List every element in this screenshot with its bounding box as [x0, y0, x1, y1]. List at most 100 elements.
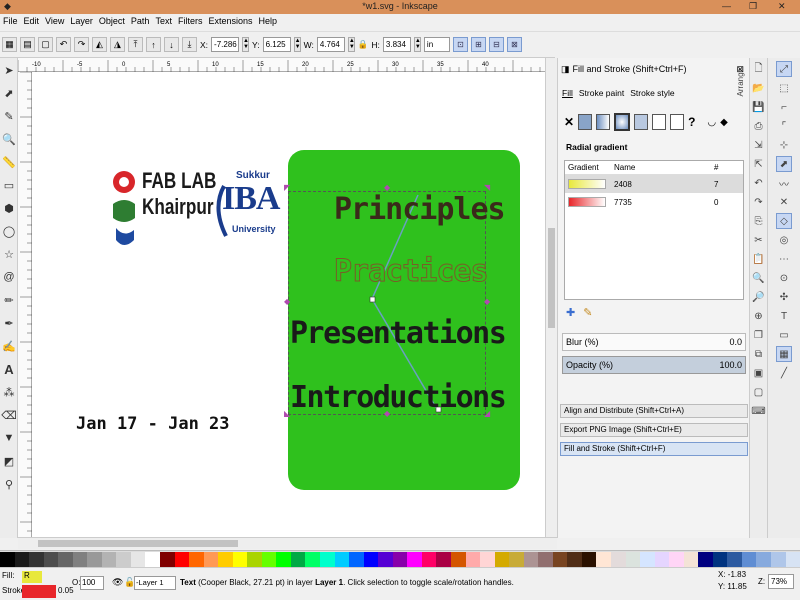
palette-swatch[interactable]	[509, 552, 524, 567]
snap-centers-icon[interactable]: ⊙	[776, 270, 792, 286]
snap-bbox-icon[interactable]: ⬚	[776, 80, 792, 96]
xml-editor-icon[interactable]: ⌨	[751, 403, 767, 419]
cut-icon[interactable]: ✂	[751, 232, 767, 248]
lower-to-bottom-icon[interactable]: ⤓	[182, 37, 197, 52]
snap-bbox-edge-icon[interactable]: ⌐	[776, 99, 792, 115]
eraser-tool-icon[interactable]: ⌫	[1, 404, 17, 426]
stroke-width-value[interactable]: 0.05	[58, 586, 74, 595]
print-icon[interactable]: ⎙	[751, 118, 767, 134]
layer-visibility-icon[interactable]: 👁	[112, 577, 123, 588]
open-icon[interactable]: 📂	[751, 80, 767, 96]
stroke-indicator[interactable]	[22, 585, 56, 598]
menu-extensions[interactable]: Extensions	[205, 14, 255, 26]
arrange-tab[interactable]: Arrange	[736, 68, 745, 96]
flat-color-icon[interactable]	[578, 114, 593, 130]
no-paint-icon[interactable]: ✕	[564, 115, 574, 129]
opacity-value[interactable]: 100.0	[719, 360, 742, 370]
pattern-icon[interactable]	[652, 114, 667, 130]
snap-text-baseline-icon[interactable]: T	[776, 308, 792, 324]
redo-icon[interactable]: ↷	[751, 194, 767, 210]
unit-select[interactable]: in	[423, 37, 450, 52]
menu-edit[interactable]: Edit	[21, 14, 43, 26]
col-count-header[interactable]: #	[714, 163, 718, 172]
rotate-handle-tr[interactable]: ◥	[484, 184, 491, 192]
palette-swatch[interactable]	[552, 552, 568, 567]
maximize-button[interactable]: ❐	[749, 1, 757, 12]
palette-swatch[interactable]	[494, 552, 510, 567]
palette-swatch[interactable]	[756, 552, 771, 567]
skew-handle-bottom[interactable]: ◆	[384, 410, 391, 418]
text-tool-icon[interactable]: A	[1, 358, 17, 380]
palette-swatch[interactable]	[770, 552, 786, 567]
palette-swatch[interactable]	[567, 552, 582, 567]
snap-cusp-icon[interactable]: ◇	[776, 213, 792, 229]
gradient-list[interactable]: Gradient Name # 2408 7 7735 0	[564, 160, 744, 300]
palette-swatch[interactable]	[218, 552, 233, 567]
palette-swatch[interactable]	[450, 552, 466, 567]
menu-help[interactable]: Help	[255, 14, 280, 26]
move-gradients-icon[interactable]: ⊟	[488, 37, 504, 52]
select-all-icon[interactable]: ▦	[2, 37, 17, 52]
palette-swatch[interactable]	[421, 552, 437, 567]
gradient-row[interactable]: 2408 7	[565, 175, 743, 193]
clone-icon[interactable]: ⧉	[751, 346, 767, 362]
palette-swatch[interactable]	[14, 552, 30, 567]
export-icon[interactable]: ⇱	[751, 156, 767, 172]
text-introductions[interactable]: Introductions	[290, 380, 507, 415]
menu-file[interactable]: File	[0, 14, 21, 26]
scale-corners-icon[interactable]: ⊞	[470, 37, 486, 52]
snap-intersections-icon[interactable]: ✕	[776, 194, 792, 210]
blur-slider[interactable]: Blur (%) 0.0	[562, 333, 746, 351]
add-gradient-icon[interactable]: ✚	[566, 306, 575, 319]
panel-fill-stroke[interactable]: Fill and Stroke (Shift+Ctrl+F)	[560, 442, 748, 456]
lower-icon[interactable]: ↓	[164, 37, 179, 52]
palette-swatch[interactable]	[130, 552, 146, 567]
panel-align-distribute[interactable]: Align and Distribute (Shift+Ctrl+A)	[560, 404, 748, 418]
text-practices[interactable]: Practices	[334, 254, 490, 290]
snap-midpoints-icon[interactable]: ⋯	[776, 251, 792, 267]
palette-swatch[interactable]	[116, 552, 131, 567]
gradient-row[interactable]: 7735 0	[565, 193, 743, 211]
select-all-layers-icon[interactable]: ▤	[20, 37, 35, 52]
color-palette[interactable]	[0, 550, 800, 567]
palette-swatch[interactable]	[378, 552, 393, 567]
blur-value[interactable]: 0.0	[729, 337, 742, 347]
star-tool-icon[interactable]: ☆	[1, 243, 17, 265]
w-field[interactable]: 4.764	[316, 37, 345, 52]
lock-icon[interactable]: 🔒	[358, 39, 369, 50]
palette-swatch[interactable]	[232, 552, 248, 567]
snap-grid-icon[interactable]: ▦	[776, 346, 792, 362]
deselect-icon[interactable]: ▢	[38, 37, 53, 52]
zoom-field[interactable]: 73%	[768, 574, 794, 589]
text-principles[interactable]: Principles	[334, 192, 506, 227]
palette-swatch[interactable]	[523, 552, 539, 567]
palette-swatch[interactable]	[29, 552, 44, 567]
snap-bbox-midpoint-icon[interactable]: ⊹	[776, 137, 792, 153]
snap-nodes-icon[interactable]: ⬈	[776, 156, 792, 172]
spray-tool-icon[interactable]: ⁂	[1, 381, 17, 403]
snap-toggle-icon[interactable]: ⤢	[776, 61, 792, 77]
tab-stroke-style[interactable]: Stroke style	[630, 88, 674, 98]
palette-swatch[interactable]	[480, 552, 495, 567]
palette-swatch[interactable]	[436, 552, 451, 567]
horizontal-scroll-thumb[interactable]	[38, 540, 238, 547]
flip-horizontal-icon[interactable]: ◭	[92, 37, 107, 52]
spiral-tool-icon[interactable]: @	[1, 266, 17, 288]
rectangle-tool-icon[interactable]: ▭	[1, 174, 17, 196]
fill-rule-nonzero-icon[interactable]: ◆	[720, 117, 728, 128]
pen-tool-icon[interactable]: ✒	[1, 312, 17, 334]
palette-swatch[interactable]	[58, 552, 73, 567]
palette-swatch[interactable]	[741, 552, 757, 567]
swatch-icon[interactable]	[670, 114, 685, 130]
col-gradient-header[interactable]: Gradient	[568, 163, 614, 172]
palette-swatch[interactable]	[683, 552, 699, 567]
zoom-drawing-icon[interactable]: 🔎	[751, 289, 767, 305]
mesh-gradient-icon[interactable]	[634, 114, 649, 130]
palette-swatch[interactable]	[247, 552, 262, 567]
text-presentations[interactable]: Presentations	[290, 316, 507, 351]
palette-swatch[interactable]	[87, 552, 102, 567]
h-field[interactable]: 3.834	[382, 37, 411, 52]
unset-paint-icon[interactable]: ?	[688, 115, 695, 129]
duplicate-icon[interactable]: ❐	[751, 327, 767, 343]
h-spinner[interactable]: ▲ ▼	[413, 37, 421, 52]
